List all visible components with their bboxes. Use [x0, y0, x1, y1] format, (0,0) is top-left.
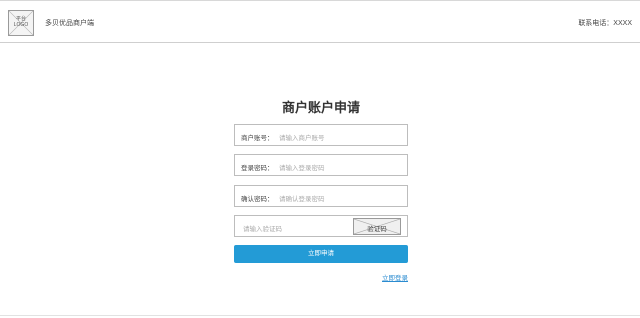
footer-divider — [0, 315, 640, 316]
form-title: 商户账户申请 — [281, 100, 360, 115]
apply-button[interactable]: 立即申请 — [234, 245, 408, 263]
captcha-image[interactable]: 验证码 — [353, 218, 401, 235]
account-label: 商户账号： — [241, 135, 274, 142]
confirm-password-input[interactable]: 请确认登录密码 — [279, 193, 325, 203]
account-field[interactable]: 商户账号： 请输入商户账号 — [234, 124, 408, 146]
logo-placeholder: 平台 LOGO — [8, 10, 34, 36]
login-link[interactable]: 立即登录 — [382, 272, 408, 282]
password-field[interactable]: 登录密码： 请输入登录密码 — [234, 154, 408, 176]
account-input[interactable]: 请输入商户账号 — [279, 132, 325, 142]
confirm-password-label: 确认密码： — [241, 196, 274, 203]
logo-text: 平台 LOGO — [13, 16, 29, 28]
header: 平台 LOGO 多贝优品商户端 联系电话：XXXX — [0, 0, 640, 43]
verification-code-input[interactable]: 请输入验证码 — [243, 223, 282, 233]
contact-phone: 联系电话：XXXX — [578, 20, 632, 27]
confirm-password-field[interactable]: 确认密码： 请确认登录密码 — [234, 185, 408, 207]
captcha-label: 验证码 — [367, 226, 387, 233]
site-name: 多贝优品商户端 — [45, 20, 94, 27]
password-input[interactable]: 请输入登录密码 — [279, 162, 325, 172]
verification-code-field[interactable]: 请输入验证码 验证码 — [234, 215, 408, 237]
password-label: 登录密码： — [241, 165, 274, 172]
